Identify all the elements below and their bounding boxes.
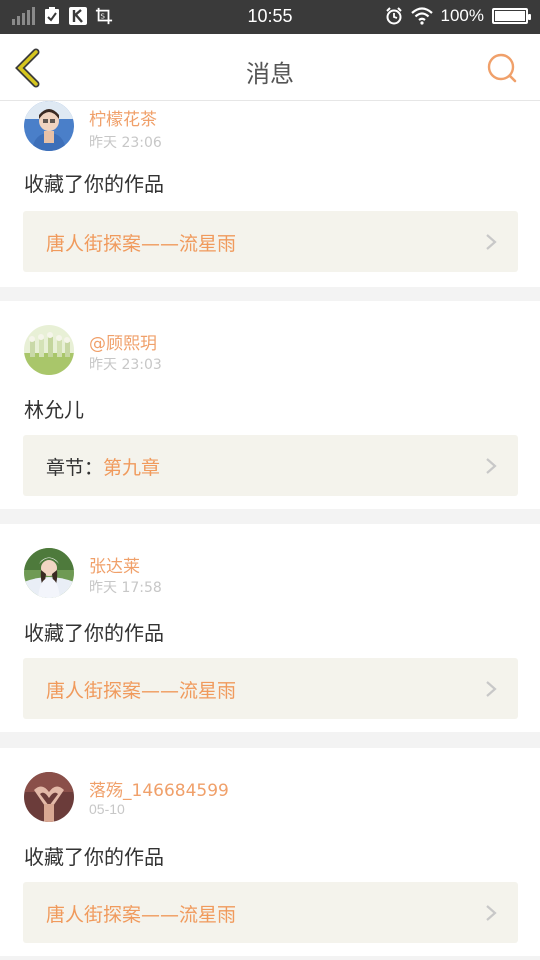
chapter-title: 章节：第九章 — [46, 453, 160, 480]
page-title: 消息 — [246, 60, 294, 88]
box-prefix: 章节： — [46, 457, 104, 479]
username[interactable]: 柠檬花茶 — [89, 105, 157, 130]
header: 消息 — [0, 34, 540, 101]
username[interactable]: 落殇_146684599 — [89, 776, 229, 801]
message-text: 收藏了你的作品 — [24, 621, 164, 645]
work-title: 唐人街探案——流星雨 — [46, 676, 236, 703]
work-title: 唐人街探案——流星雨 — [46, 229, 236, 256]
message-text: 收藏了你的作品 — [24, 845, 164, 869]
avatar[interactable] — [24, 772, 74, 822]
avatar[interactable] — [24, 548, 74, 598]
chevron-right-icon — [486, 681, 497, 697]
message-card: 落殇_146684599 05-10 收藏了你的作品 唐人街探案——流星雨 — [0, 748, 540, 956]
work-link[interactable]: 唐人街探案——流星雨 — [23, 658, 518, 719]
search-button[interactable] — [486, 52, 518, 84]
chevron-right-icon — [486, 905, 497, 921]
work-link-text: 唐人街探案——流星雨 — [46, 680, 237, 702]
message-card: 张达莱 昨天 17:58 收藏了你的作品 唐人街探案——流星雨 — [0, 524, 540, 732]
work-title: 唐人街探案——流星雨 — [46, 900, 236, 927]
battery-icon — [492, 8, 531, 24]
message-card: 柠檬花茶 昨天 23:06 收藏了你的作品 唐人街探案——流星雨 — [0, 101, 540, 287]
chevron-right-icon — [486, 458, 497, 474]
avatar[interactable] — [24, 101, 74, 151]
battery-percent: 100% — [440, 6, 484, 25]
timestamp: 昨天 23:03 — [89, 357, 162, 373]
chevron-right-icon — [486, 234, 497, 250]
chapter-link[interactable]: 章节：第九章 — [23, 435, 518, 496]
username[interactable]: @顾熙玥 — [89, 329, 157, 354]
search-icon — [487, 53, 517, 83]
work-link-text: 唐人街探案——流星雨 — [46, 904, 237, 926]
message-feed[interactable]: 柠檬花茶 昨天 23:06 收藏了你的作品 唐人街探案——流星雨 @顾熙玥 昨天… — [0, 101, 540, 960]
work-link[interactable]: 唐人街探案——流星雨 — [23, 882, 518, 943]
chapter-link-text: 第九章 — [103, 457, 161, 479]
status-right-icons: 100% — [385, 6, 531, 26]
message-text: 林允儿 — [24, 398, 84, 422]
username[interactable]: 张达莱 — [89, 552, 140, 577]
work-link-text: 唐人街探案——流星雨 — [46, 233, 237, 255]
work-link[interactable]: 唐人街探案——流星雨 — [23, 211, 518, 272]
timestamp: 昨天 23:06 — [89, 135, 162, 151]
wifi-icon — [410, 7, 433, 25]
message-card: @顾熙玥 昨天 23:03 林允儿 章节：第九章 — [0, 301, 540, 509]
timestamp: 05-10 — [89, 801, 125, 817]
alarm-icon — [385, 7, 403, 25]
message-text: 收藏了你的作品 — [24, 172, 164, 196]
avatar[interactable] — [24, 325, 74, 375]
status-bar: S 10:55 100% — [0, 0, 540, 34]
timestamp: 昨天 17:58 — [89, 580, 162, 596]
